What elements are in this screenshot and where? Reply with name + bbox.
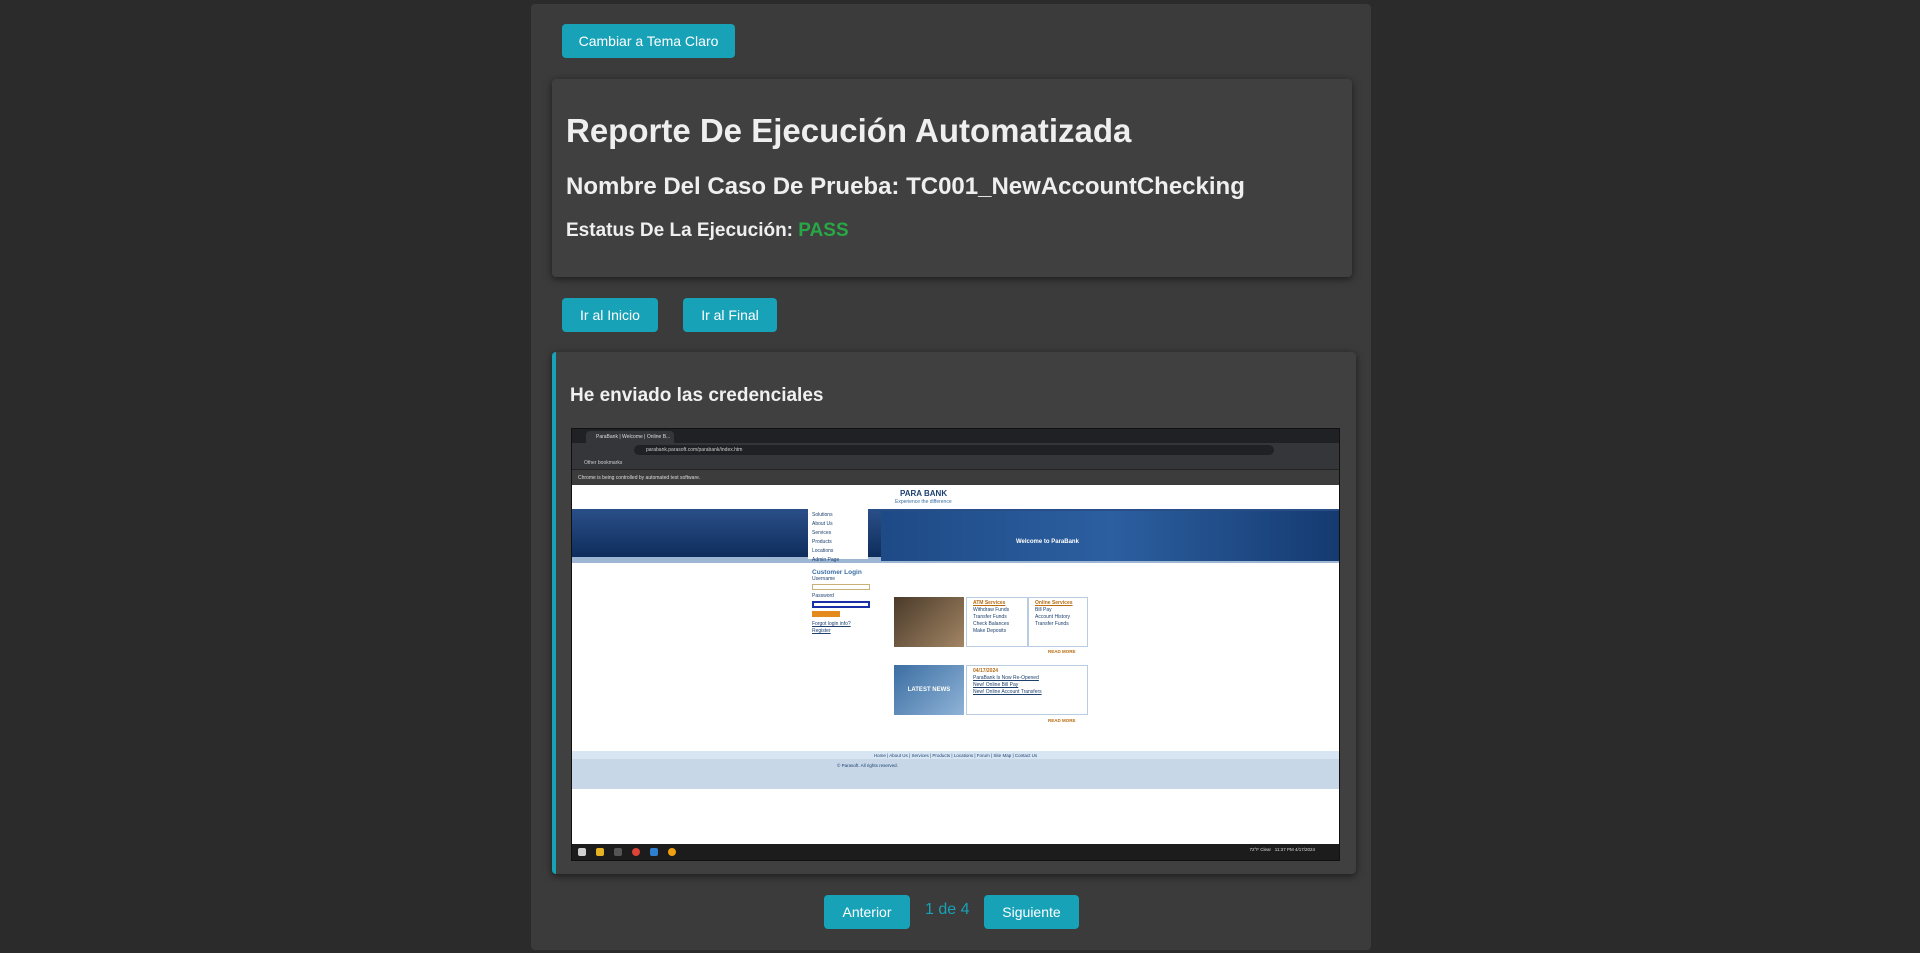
status-label: Estatus De La Ejecución: — [566, 220, 799, 241]
taskbar-time: 11:37 PM — [1274, 847, 1294, 852]
footer-links: Home | About Us | Services | Products | … — [572, 751, 1339, 759]
test-case-label: Nombre Del Caso De Prueba: — [566, 173, 907, 200]
online-item: Account History — [1035, 614, 1071, 620]
automation-notice: Chrome is being controlled by automated … — [572, 469, 1339, 485]
windows-taskbar: 72°F Clear 11:37 PM 4/17/2024 — [572, 844, 1339, 860]
browser-url: parabank.parasoft.com/parabank/index.htm — [634, 445, 1274, 455]
parabank-logo: PARA BANK — [900, 489, 948, 498]
read-more-link: READ MORE — [1048, 649, 1076, 654]
status-heading: Estatus De La Ejecución: PASS — [566, 220, 849, 242]
hero-text: Welcome to ParaBank — [1016, 539, 1079, 545]
atm-item: Transfer Funds — [973, 614, 1007, 620]
step-screenshot: ParaBank | Welcome | Online B... paraban… — [571, 428, 1340, 861]
report-title: Reporte De Ejecución Automatizada — [566, 112, 1132, 149]
atm-title: ATM Services — [973, 600, 1006, 606]
copyright: © Parasoft. All rights reserved. — [572, 759, 1339, 789]
password-label: Password — [812, 593, 834, 599]
test-case-heading: Nombre Del Caso De Prueba: TC001_NewAcco… — [566, 173, 1245, 201]
menu-item: Locations — [812, 548, 834, 554]
username-field — [812, 584, 870, 590]
chrome-dev-icon — [668, 848, 676, 856]
taskbar-tray: 72°F Clear 11:37 PM 4/17/2024 — [1249, 847, 1315, 852]
taskbar-date: 4/17/2024 — [1294, 847, 1315, 852]
login-title: Customer Login — [812, 569, 862, 576]
news-item: New! Online Account Transfers — [973, 689, 1042, 695]
atm-item: Make Deposits — [973, 628, 1007, 634]
news-box: 04/17/2024 ParaBank Is Now Re-Opened New… — [966, 665, 1088, 715]
atm-services: ATM Services Withdraw Funds Transfer Fun… — [966, 597, 1028, 647]
page-indicator: 1 de 4 — [925, 901, 970, 918]
menu-item: Solutions — [812, 512, 833, 518]
file-explorer-icon — [596, 848, 604, 856]
register-link: Register — [812, 628, 831, 634]
chrome-icon — [632, 848, 640, 856]
parabank-page: PARA BANK Experience the difference Solu… — [572, 485, 1339, 836]
menu-item: Admin Page — [812, 557, 840, 563]
go-to-start-button[interactable]: Ir al Inicio — [562, 298, 658, 332]
online-item: Bill Pay — [1035, 607, 1052, 613]
step-title: He enviado las credenciales — [570, 385, 824, 406]
browser-tab: ParaBank | Welcome | Online B... — [586, 431, 674, 443]
parabank-menu: Solutions About Us Services Products Loc… — [808, 509, 868, 563]
parabank-tagline: Experience the difference — [895, 499, 952, 505]
browser-address-bar: parabank.parasoft.com/parabank/index.htm — [572, 443, 1339, 457]
theme-toggle-button[interactable]: Cambiar a Tema Claro — [562, 24, 735, 58]
atm-item: Check Balances — [973, 621, 1010, 627]
go-to-end-button[interactable]: Ir al Final — [683, 298, 777, 332]
windows-start-icon — [578, 848, 586, 856]
status-badge: PASS — [798, 220, 849, 241]
menu-item: Products — [812, 539, 832, 545]
forgot-link: Forgot login info? — [812, 621, 851, 627]
online-services: Online Services Bill Pay Account History… — [1028, 597, 1088, 647]
online-item: Transfer Funds — [1035, 621, 1069, 627]
test-case-name: TC001_NewAccountChecking — [906, 173, 1245, 200]
online-title: Online Services — [1035, 600, 1073, 606]
browser-tab-bar: ParaBank | Welcome | Online B... — [572, 429, 1339, 443]
news-date: 04/17/2024 — [973, 668, 999, 674]
terminal-icon — [614, 848, 622, 856]
taskbar-weather: 72°F Clear — [1249, 847, 1271, 852]
menu-item: About Us — [812, 521, 833, 527]
next-button[interactable]: Siguiente — [984, 895, 1079, 929]
read-more-link: READ MORE — [1048, 718, 1076, 723]
atm-image — [894, 597, 964, 647]
parabank-hero: Welcome to ParaBank — [881, 511, 1339, 561]
latest-news-image: LATEST NEWS — [894, 665, 964, 715]
login-button — [812, 611, 840, 617]
previous-button[interactable]: Anterior — [824, 895, 910, 929]
vscode-icon — [650, 848, 658, 856]
customer-login: Customer Login Username Password Forgot … — [812, 569, 872, 635]
menu-item: Services — [812, 530, 832, 536]
browser-bookmarks: Other bookmarks — [572, 457, 1339, 469]
username-label: Username — [812, 576, 836, 582]
password-field — [812, 601, 870, 608]
atm-item: Withdraw Funds — [973, 607, 1010, 613]
news-item: ParaBank Is Now Re-Opened — [973, 675, 1039, 681]
news-item: New! Online Bill Pay — [973, 682, 1019, 688]
